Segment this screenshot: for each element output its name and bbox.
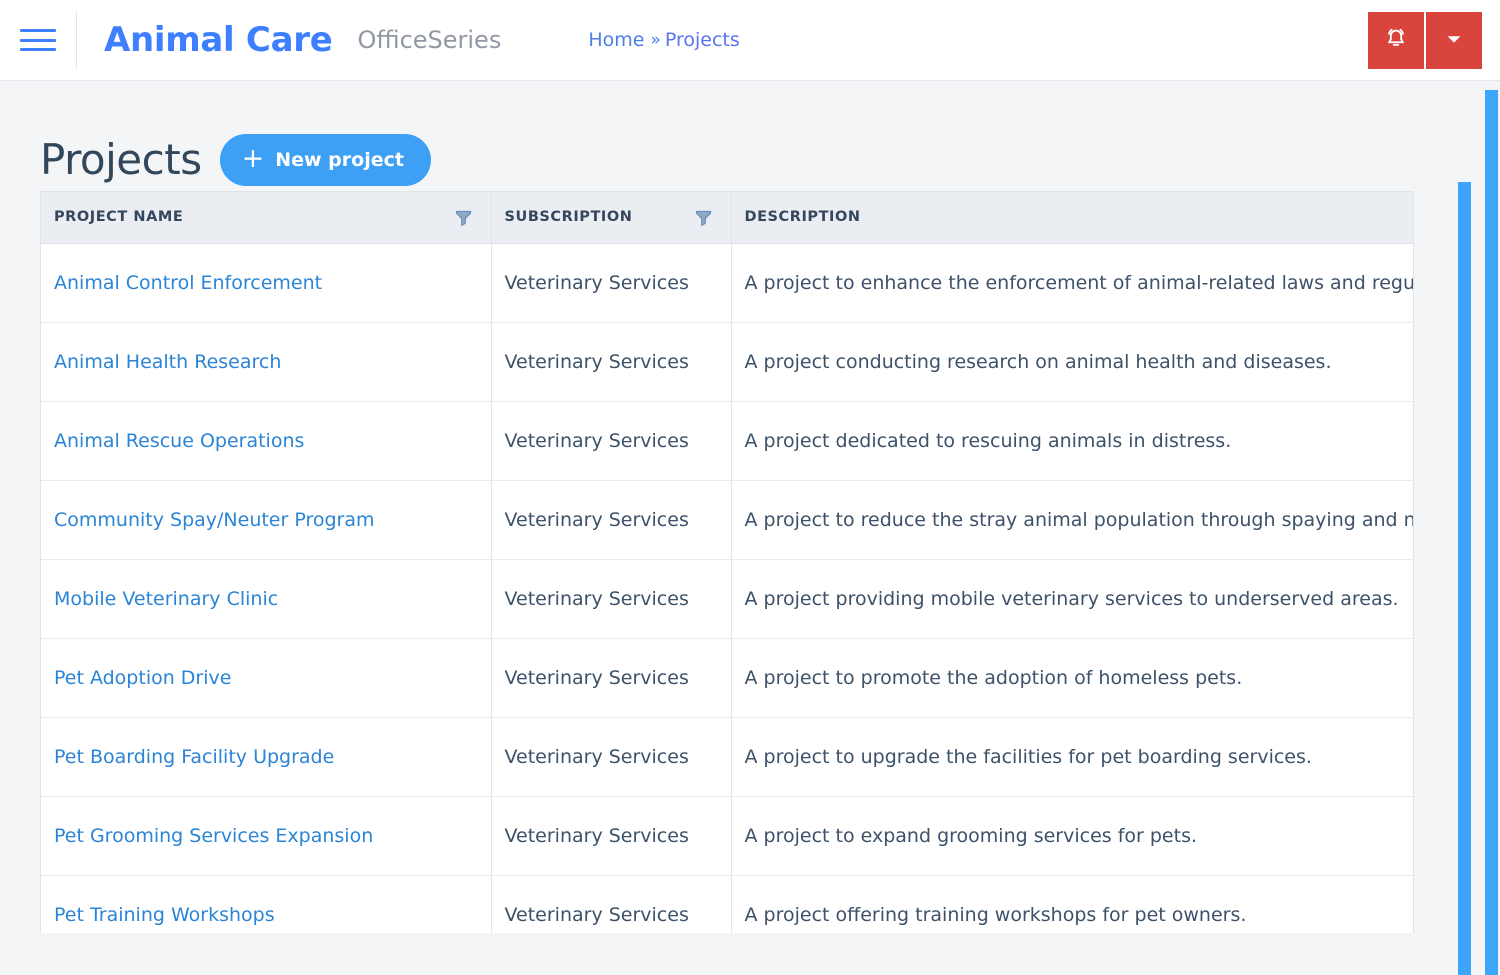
projects-table-container: PROJECT NAME SUBSCRIPTION DESCRIPTION An… [40, 191, 1414, 933]
table-row: Animal Health Research Veterinary Service… [41, 322, 1413, 402]
table-row: Animal Rescue Operations Veterinary Servi… [41, 401, 1413, 481]
cell-description: A project to promote the adoption of hom… [731, 638, 1413, 718]
inner-vertical-scrollbar[interactable] [1458, 182, 1471, 975]
cell-subscription: Veterinary Services [491, 401, 732, 481]
menu-toggle-button[interactable] [0, 0, 76, 80]
page-header: Projects + New project [40, 81, 1460, 191]
top-navigation-bar: Animal Care OfficeSeries Home » Projects [0, 0, 1500, 81]
table-row: Community Spay/Neuter Program Veterinary … [41, 480, 1413, 560]
table-body: Animal Control Enforcement Veterinary Ser… [41, 243, 1413, 933]
column-header-description[interactable]: DESCRIPTION [731, 192, 1413, 244]
cell-subscription: Veterinary Services [491, 638, 732, 718]
column-header-project-name[interactable]: PROJECT NAME [41, 192, 492, 244]
brand-title[interactable]: Animal Care [104, 23, 333, 57]
hamburger-menu-icon[interactable] [20, 29, 56, 51]
cell-project-name: Pet Training Workshops [41, 875, 492, 933]
cell-description: A project conducting research on animal … [731, 322, 1413, 402]
cell-project-name: Animal Rescue Operations [41, 401, 492, 481]
table-row: Animal Control Enforcement Veterinary Ser… [41, 243, 1413, 323]
column-header-subscription[interactable]: SUBSCRIPTION [491, 192, 732, 244]
brand-subtitle: OfficeSeries [357, 26, 502, 54]
cell-description: A project providing mobile veterinary se… [731, 559, 1413, 639]
column-header-description-label: DESCRIPTION [744, 209, 861, 226]
project-link[interactable]: Animal Control Enforcement [54, 272, 322, 294]
table-row: Pet Adoption Drive Veterinary Services A p… [41, 638, 1413, 718]
projects-table: PROJECT NAME SUBSCRIPTION DESCRIPTION An… [41, 192, 1413, 933]
cell-subscription: Veterinary Services [491, 243, 732, 323]
project-link[interactable]: Pet Training Workshops [54, 904, 275, 926]
cell-project-name: Animal Control Enforcement [41, 243, 492, 323]
project-link[interactable]: Community Spay/Neuter Program [54, 509, 375, 531]
cell-description: A project to reduce the stray animal pop… [731, 480, 1413, 560]
new-project-label: New project [275, 148, 404, 171]
table-row: Pet Grooming Services Expansion Veterinar… [41, 796, 1413, 876]
filter-icon-project-name[interactable] [454, 208, 473, 227]
notifications-button[interactable] [1368, 12, 1424, 69]
cell-subscription: Veterinary Services [491, 717, 732, 797]
cell-project-name: Pet Grooming Services Expansion [41, 796, 492, 876]
chevron-down-icon [1443, 28, 1465, 53]
project-link[interactable]: Mobile Veterinary Clinic [54, 588, 278, 610]
breadcrumb-item-projects[interactable]: Projects [665, 29, 740, 51]
cell-description: A project to expand grooming services fo… [731, 796, 1413, 876]
project-link[interactable]: Pet Grooming Services Expansion [54, 825, 373, 847]
plus-icon: + [241, 143, 265, 174]
cell-subscription: Veterinary Services [491, 480, 732, 560]
filter-icon-subscription[interactable] [694, 208, 713, 227]
table-row: Pet Training Workshops Veterinary Service… [41, 875, 1413, 933]
topbar-actions [1368, 0, 1500, 81]
table-header-row: PROJECT NAME SUBSCRIPTION DESCRIPTION [41, 192, 1413, 244]
cell-project-name: Animal Health Research [41, 322, 492, 402]
table-row: Mobile Veterinary Clinic Veterinary Servi… [41, 559, 1413, 639]
cell-subscription: Veterinary Services [491, 875, 732, 933]
column-header-subscription-label: SUBSCRIPTION [504, 209, 633, 226]
cell-project-name: Pet Adoption Drive [41, 638, 492, 718]
cell-subscription: Veterinary Services [491, 796, 732, 876]
cell-description: A project to enhance the enforcement of … [731, 243, 1413, 323]
project-link[interactable]: Pet Boarding Facility Upgrade [54, 746, 334, 768]
project-link[interactable]: Animal Rescue Operations [54, 430, 304, 452]
project-link[interactable]: Pet Adoption Drive [54, 667, 231, 689]
table-header: PROJECT NAME SUBSCRIPTION DESCRIPTION [41, 192, 1413, 244]
column-header-project-name-label: PROJECT NAME [54, 209, 184, 226]
main-content: Projects + New project PROJECT NAME SUBS… [0, 81, 1500, 975]
page-vertical-scrollbar[interactable] [1485, 90, 1498, 975]
new-project-button[interactable]: + New project [219, 133, 431, 186]
breadcrumb: Home » Projects [588, 29, 739, 51]
cell-description: A project to upgrade the facilities for … [731, 717, 1413, 797]
breadcrumb-separator: » [650, 30, 661, 50]
cell-project-name: Mobile Veterinary Clinic [41, 559, 492, 639]
brand-zone: Animal Care OfficeSeries Home » Projects [77, 0, 740, 80]
project-link[interactable]: Animal Health Research [54, 351, 281, 373]
table-row: Pet Boarding Facility Upgrade Veterinary … [41, 717, 1413, 797]
cell-description: A project offering training workshops fo… [731, 875, 1413, 933]
breadcrumb-item-home[interactable]: Home [588, 29, 644, 51]
cell-project-name: Pet Boarding Facility Upgrade [41, 717, 492, 797]
cell-subscription: Veterinary Services [491, 559, 732, 639]
cell-description: A project dedicated to rescuing animals … [731, 401, 1413, 481]
page-title: Projects [40, 134, 202, 184]
cell-subscription: Veterinary Services [491, 322, 732, 402]
cell-project-name: Community Spay/Neuter Program [41, 480, 492, 560]
bell-icon [1383, 26, 1409, 55]
user-dropdown-button[interactable] [1426, 12, 1482, 69]
